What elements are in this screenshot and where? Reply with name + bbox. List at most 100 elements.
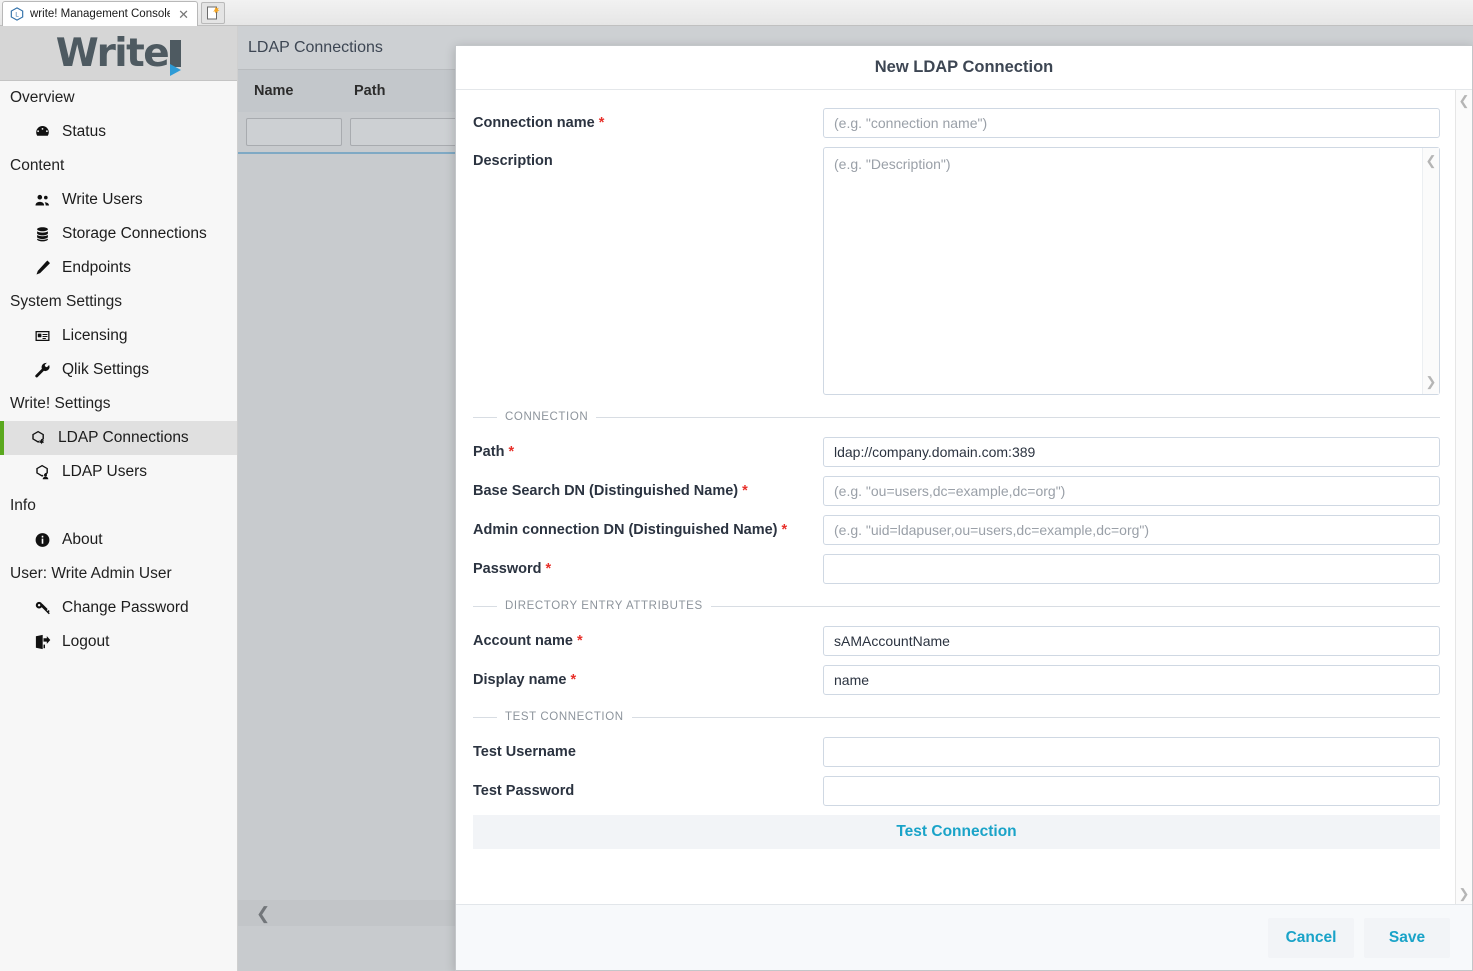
path-input[interactable]: ldap://company.domain.com:389 — [823, 437, 1440, 467]
field-label-text: Admin connection DN (Distinguished Name) — [473, 522, 778, 538]
sidebar-item-label: About — [62, 531, 103, 548]
field-row-admin-connection-dn-distinguished-name: Admin connection DN (Distinguished Name)… — [473, 515, 1440, 545]
field-control-test-username — [823, 737, 1440, 767]
field-control-admin-connection-dn-distinguished-name: (e.g. "uid=ldapuser,ou=users,dc=example,… — [823, 515, 1440, 545]
dialog-footer: Cancel Save — [456, 904, 1472, 970]
sidebar-item-storage-connections[interactable]: Storage Connections — [0, 217, 237, 251]
sidebar-item-change-password[interactable]: Change Password — [0, 591, 237, 625]
sidebar-item-label: LDAP Users — [62, 463, 147, 480]
users-icon — [32, 191, 52, 209]
field-label-text: Password — [473, 561, 542, 577]
required-marker: * — [781, 522, 788, 538]
field-row-base-search-dn-distinguished-name: Base Search DN (Distinguished Name) * (e.… — [473, 476, 1440, 506]
field-label-password: Password * — [473, 561, 823, 577]
sidebar-item-label: LDAP Connections — [58, 429, 189, 446]
field-label-description: Description — [473, 147, 823, 169]
field-control-display-name: name — [823, 665, 1440, 695]
filter-input-name[interactable] — [246, 118, 342, 146]
save-button[interactable]: Save — [1364, 917, 1450, 958]
sidebar-item-label: Licensing — [62, 327, 128, 344]
app-shell: Write Overview Status Content Write Users St… — [0, 26, 1473, 971]
account-name-input[interactable]: sAMAccountName — [823, 626, 1440, 656]
dialog-title: New LDAP Connection — [874, 58, 1054, 76]
sidebar-item-about[interactable]: About — [0, 523, 237, 557]
section-legend-directory-entry-attributes: DIRECTORY ENTRY ATTRIBUTES — [473, 600, 1440, 612]
sidebar-item-write-users[interactable]: Write Users — [0, 183, 237, 217]
sidebar-item-status[interactable]: Status — [0, 115, 237, 149]
password-input[interactable] — [823, 554, 1440, 584]
speedometer-icon — [32, 123, 52, 141]
description-textarea[interactable]: (e.g. "Description") — [823, 147, 1440, 395]
required-marker: * — [508, 444, 515, 460]
dialog-body: Connection name * (e.g. "connection name… — [456, 90, 1472, 904]
field-label-test-password: Test Password — [473, 783, 823, 799]
sidebar-item-endpoints[interactable]: Endpoints — [0, 251, 237, 285]
description-scrollbar[interactable]: ❮ ❯ — [1422, 148, 1439, 394]
sidebar-group-label: Content — [10, 157, 65, 174]
new-tab-icon[interactable] — [201, 2, 225, 24]
field-label-display-name: Display name * — [473, 672, 823, 688]
display-name-input[interactable]: name — [823, 665, 1440, 695]
field-row-display-name: Display name * name — [473, 665, 1440, 695]
chevron-down-icon[interactable]: ❯ — [1426, 375, 1437, 388]
chevron-up-icon[interactable]: ❮ — [1459, 94, 1470, 107]
logo-play-triangle-icon — [170, 63, 182, 76]
wrench-icon — [32, 361, 52, 379]
test-username-input[interactable] — [823, 737, 1440, 767]
column-header-name[interactable]: Name — [254, 83, 354, 99]
legend-rule — [631, 716, 1440, 718]
logout-icon — [32, 633, 52, 651]
field-label-admin-connection-dn-distinguished-name: Admin connection DN (Distinguished Name)… — [473, 522, 823, 538]
sidebar-item-label: Endpoints — [62, 259, 131, 276]
sidebar-group-label: Write! Settings — [10, 395, 111, 412]
ldap-user-icon — [32, 463, 52, 481]
browser-tab[interactable]: L write! Management Console ✕ — [2, 1, 198, 26]
required-marker: * — [570, 672, 577, 688]
chevron-down-icon[interactable]: ❯ — [1459, 887, 1470, 900]
field-row-password: Password * — [473, 554, 1440, 584]
legend-rule — [710, 605, 1440, 607]
brand-logo-text: Write — [55, 30, 170, 76]
pencil-icon — [32, 259, 52, 277]
close-icon[interactable]: ✕ — [176, 8, 191, 21]
sidebar: Write Overview Status Content Write Users St… — [0, 26, 238, 971]
write-logo: Write — [55, 30, 182, 76]
info-icon — [32, 531, 52, 549]
field-control-account-name: sAMAccountName — [823, 626, 1440, 656]
required-marker: * — [545, 561, 552, 577]
page-title: LDAP Connections — [248, 38, 383, 56]
chevron-up-icon[interactable]: ❮ — [1426, 154, 1437, 167]
base-search-dn-distinguished-name-input[interactable]: (e.g. "ou=users,dc=example,dc=org") — [823, 476, 1440, 506]
field-control-base-search-dn-distinguished-name: (e.g. "ou=users,dc=example,dc=org") — [823, 476, 1440, 506]
sidebar-item-ldap-users[interactable]: LDAP Users — [0, 455, 237, 489]
ldap-connection-icon — [28, 429, 48, 447]
field-label-text: Account name — [473, 633, 573, 649]
sidebar-item-licensing[interactable]: Licensing — [0, 319, 237, 353]
cancel-button[interactable]: Cancel — [1268, 917, 1354, 958]
field-label-test-username: Test Username — [473, 744, 823, 760]
legend-rule — [596, 416, 1440, 418]
required-marker: * — [742, 483, 748, 499]
field-row-path: Path * ldap://company.domain.com:389 — [473, 437, 1440, 467]
sidebar-item-label: Logout — [62, 633, 110, 650]
chevron-left-icon[interactable]: ❮ — [256, 905, 270, 922]
sidebar-item-qlik-settings[interactable]: Qlik Settings — [0, 353, 237, 387]
field-row-connection-name: Connection name * (e.g. "connection name… — [473, 108, 1440, 138]
field-control-path: ldap://company.domain.com:389 — [823, 437, 1440, 467]
section-legend-test-connection: TEST CONNECTION — [473, 711, 1440, 723]
legend-text: TEST CONNECTION — [505, 711, 624, 723]
legend-dash — [473, 416, 497, 418]
field-label-base-search-dn-distinguished-name: Base Search DN (Distinguished Name) * — [473, 483, 823, 499]
dialog-scrollbar[interactable]: ❮ ❯ — [1455, 90, 1472, 904]
test-password-input[interactable] — [823, 776, 1440, 806]
legend-text: CONNECTION — [505, 411, 589, 423]
test-connection-button[interactable]: Test Connection — [473, 815, 1440, 849]
field-row-description: Description (e.g. "Description") ❮ ❯ — [473, 147, 1440, 395]
sidebar-item-ldap-connections[interactable]: LDAP Connections — [0, 421, 237, 455]
field-label-text: Path — [473, 444, 505, 460]
admin-connection-dn-distinguished-name-input[interactable]: (e.g. "uid=ldapuser,ou=users,dc=example,… — [823, 515, 1440, 545]
connection-name-input[interactable]: (e.g. "connection name") — [823, 108, 1440, 138]
browser-chrome: L write! Management Console ✕ — [0, 0, 1473, 26]
section-legend-connection: CONNECTION — [473, 411, 1440, 423]
sidebar-item-logout[interactable]: Logout — [0, 625, 237, 659]
